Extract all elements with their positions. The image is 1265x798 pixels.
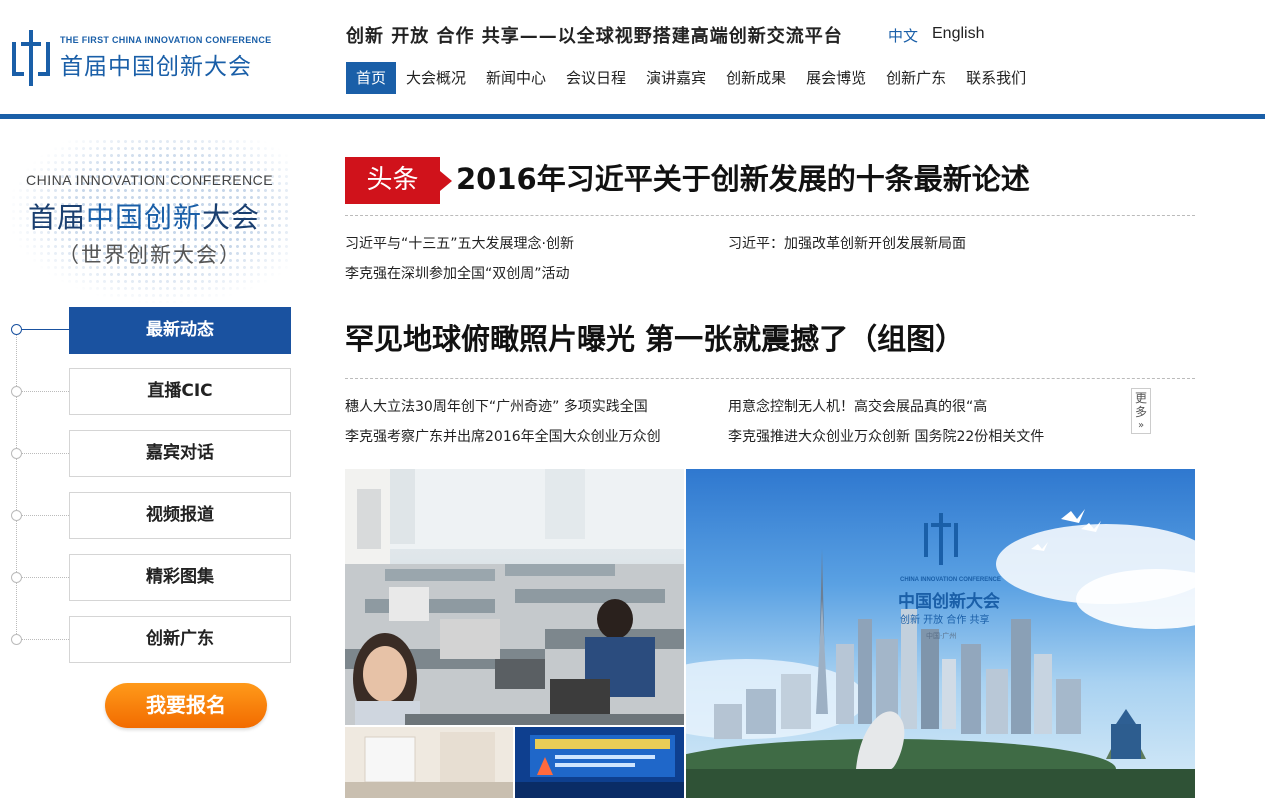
more-button[interactable]: 更多 » bbox=[1131, 388, 1151, 434]
nav-speakers[interactable]: 演讲嘉宾 bbox=[636, 62, 716, 94]
sidebar-item-video[interactable]: 视频报道 bbox=[69, 492, 291, 539]
sidebar-banner: CHINA INNOVATION CONFERENCE 首届中国创新大会 （世界… bbox=[10, 138, 292, 303]
menu-bullet bbox=[11, 510, 22, 521]
sidebar-item-guangdong[interactable]: 创新广东 bbox=[69, 616, 291, 663]
banner-english-text: CHINA INNOVATION CONFERENCE bbox=[900, 577, 1001, 583]
nav-expo[interactable]: 展会博览 bbox=[796, 62, 876, 94]
news-link[interactable]: 李克强考察广东并出席2016年全国大众创业万众创 bbox=[345, 426, 661, 446]
conference-logo-icon bbox=[12, 30, 50, 86]
news-link[interactable]: 用意念控制无人机！高交会展品真的很“高 bbox=[728, 396, 987, 416]
news-link[interactable]: 李克强在深圳参加全国“双创周”活动 bbox=[345, 263, 570, 283]
signup-button[interactable]: 我要报名 bbox=[105, 683, 267, 728]
feature-title-link[interactable]: 罕见地球俯瞰照片曝光 第一张就震撼了（组图） bbox=[345, 316, 964, 358]
sidebar-banner-subtitle: （世界创新大会） bbox=[58, 243, 242, 267]
banner-logo-icon bbox=[924, 513, 958, 565]
menu-bullet bbox=[11, 386, 22, 397]
header-divider bbox=[0, 114, 1265, 119]
sidebar-banner-english: CHINA INNOVATION CONFERENCE bbox=[26, 172, 274, 188]
banner-motto: 创新 开放 合作 共享 bbox=[900, 615, 990, 626]
menu-bullet bbox=[11, 324, 22, 335]
sidebar-banner-title: 首届中国创新大会 bbox=[28, 201, 261, 234]
lang-english-link[interactable]: English bbox=[932, 25, 984, 43]
banner-chinese-title: 中国创新大会 bbox=[898, 592, 1000, 612]
nav-guangdong[interactable]: 创新广东 bbox=[876, 62, 956, 94]
divider bbox=[345, 215, 1195, 216]
menu-bullet bbox=[11, 634, 22, 645]
nav-overview[interactable]: 大会概况 bbox=[396, 62, 476, 94]
news-link[interactable]: 习近平：加强改革创新开创发展新局面 bbox=[728, 233, 966, 253]
divider bbox=[345, 378, 1195, 379]
logo-chinese-text: 首届中国创新大会 bbox=[60, 54, 252, 80]
sidebar-item-gallery[interactable]: 精彩图集 bbox=[69, 554, 291, 601]
headline-title-link[interactable]: 2016年习近平关于创新发展的十条最新论述 bbox=[456, 156, 1030, 198]
event-scene-icon bbox=[345, 727, 513, 798]
nav-news[interactable]: 新闻中心 bbox=[476, 62, 556, 94]
news-link[interactable]: 习近平与“十三五”五大发展理念·创新 bbox=[345, 233, 574, 253]
site-logo[interactable]: THE FIRST CHINA INNOVATION CONFERENCE 首届… bbox=[12, 30, 271, 86]
menu-timeline bbox=[16, 330, 17, 640]
nav-home[interactable]: 首页 bbox=[346, 62, 397, 94]
main-nav: 首页 大会概况 新闻中心 会议日程 演讲嘉宾 创新成果 展会博览 创新广东 联系… bbox=[346, 62, 1036, 94]
menu-bullet bbox=[11, 448, 22, 459]
menu-bullet bbox=[11, 572, 22, 583]
header: THE FIRST CHINA INNOVATION CONFERENCE 首届… bbox=[0, 0, 1265, 114]
sidebar-item-latest[interactable]: 最新动态 bbox=[69, 307, 291, 354]
nav-contact[interactable]: 联系我们 bbox=[956, 62, 1036, 94]
logo-english-text: THE FIRST CHINA INNOVATION CONFERENCE bbox=[60, 35, 272, 45]
event-photo[interactable] bbox=[345, 727, 513, 798]
news-link[interactable]: 李克强推进大众创业万众创新 国务院22份相关文件 bbox=[728, 426, 1044, 446]
nav-schedule[interactable]: 会议日程 bbox=[556, 62, 636, 94]
slogan: 创新 开放 合作 共享——以全球视野搭建高端创新交流平台 bbox=[346, 26, 843, 47]
headline-badge: 头条 bbox=[345, 157, 452, 204]
guangzhou-skyline-banner[interactable]: CHINA INNOVATION CONFERENCE 中国创新大会 创新 开放… bbox=[686, 469, 1195, 798]
sidebar-item-live[interactable]: 直播CIC bbox=[69, 368, 291, 415]
conference-stage-photo[interactable] bbox=[515, 727, 684, 798]
news-link[interactable]: 穗人大立法30周年创下“广州奇迹” 多项实践全国 bbox=[345, 396, 648, 416]
office-scene-icon bbox=[345, 469, 684, 725]
chevron-right-icon: » bbox=[1137, 420, 1145, 431]
banner-location: 中国·广州 bbox=[926, 632, 957, 640]
lang-chinese-link[interactable]: 中文 bbox=[888, 25, 918, 46]
office-photo[interactable] bbox=[345, 469, 684, 725]
nav-achievements[interactable]: 创新成果 bbox=[716, 62, 796, 94]
stage-scene-icon bbox=[515, 727, 684, 798]
sidebar-item-dialogue[interactable]: 嘉宾对话 bbox=[69, 430, 291, 477]
